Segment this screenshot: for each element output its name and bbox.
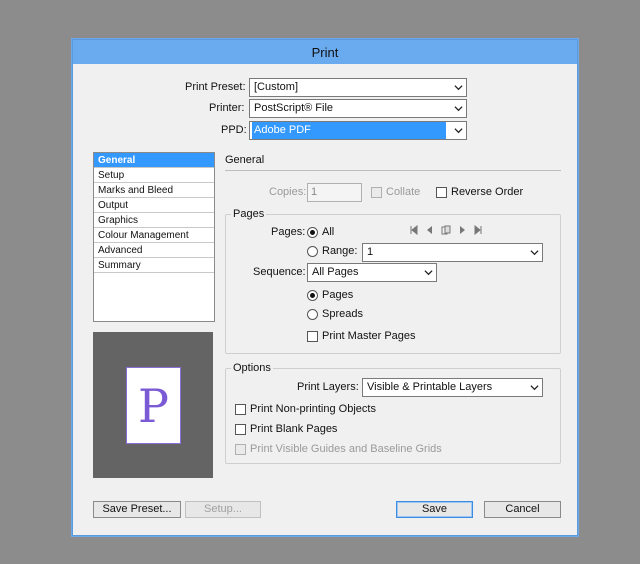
last-page-icon[interactable]	[473, 225, 483, 235]
sequence-label: Sequence:	[253, 266, 306, 278]
print-non-printing-checkbox[interactable]	[235, 404, 246, 415]
category-item-graphics[interactable]: Graphics	[94, 213, 214, 228]
next-page-icon[interactable]	[457, 225, 467, 235]
category-item-advanced[interactable]: Advanced	[94, 243, 214, 258]
preview-letter: P	[138, 378, 169, 433]
collate-checkbox[interactable]	[371, 187, 382, 198]
print-preset-dropdown[interactable]: [Custom]	[249, 78, 467, 97]
save-preset-button[interactable]: Save Preset...	[93, 501, 181, 518]
print-dialog: Print Print Preset: [Custom] Printer: Po…	[72, 39, 578, 536]
chevron-down-icon	[454, 106, 463, 112]
pages-label: Pages:	[271, 226, 306, 238]
pages-group-title: Pages	[231, 208, 267, 220]
pages-range-label: Range:	[322, 245, 358, 257]
pages-range-radio[interactable]	[307, 246, 318, 257]
print-blank-pages-label: Print Blank Pages	[250, 423, 338, 435]
dialog-title: Print	[311, 44, 339, 60]
cancel-button[interactable]: Cancel	[484, 501, 561, 518]
chevron-down-icon	[530, 250, 539, 256]
spreads-option-label: Spreads	[322, 308, 363, 320]
category-list: General Setup Marks and Bleed Output Gra…	[93, 152, 215, 322]
print-visible-guides-checkbox[interactable]	[235, 444, 246, 455]
chevron-down-icon	[454, 85, 463, 91]
category-item-output[interactable]: Output	[94, 198, 214, 213]
reverse-order-checkbox[interactable]	[436, 187, 447, 198]
collate-label: Collate	[386, 186, 421, 198]
category-item-colour-management[interactable]: Colour Management	[94, 228, 214, 243]
print-layers-label: Print Layers:	[297, 381, 359, 393]
category-item-marks-and-bleed[interactable]: Marks and Bleed	[94, 183, 214, 198]
printer-label: Printer:	[209, 102, 245, 114]
save-button[interactable]: Save	[396, 501, 473, 518]
print-master-pages-checkbox[interactable]	[307, 331, 318, 342]
ppd-label: PPD:	[221, 124, 247, 136]
pages-option-label: Pages	[322, 289, 354, 301]
category-item-summary[interactable]: Summary	[94, 258, 214, 273]
options-group-title: Options	[231, 362, 273, 374]
print-preset-label: Print Preset:	[185, 81, 246, 93]
pages-all-radio[interactable]	[307, 227, 318, 238]
printer-dropdown[interactable]: PostScript® File	[249, 99, 467, 118]
print-layers-dropdown[interactable]: Visible & Printable Layers	[362, 378, 543, 397]
section-heading: General	[225, 154, 265, 166]
heading-divider	[225, 170, 561, 171]
print-blank-pages-checkbox[interactable]	[235, 424, 246, 435]
category-item-general[interactable]: General	[94, 153, 214, 168]
print-master-pages-label: Print Master Pages	[322, 330, 416, 342]
reverse-order-label: Reverse Order	[451, 186, 524, 198]
print-preview: P	[93, 332, 213, 478]
copies-label: Copies:	[269, 186, 307, 198]
dialog-body: Print Preset: [Custom] Printer: PostScri…	[81, 64, 569, 529]
setup-button[interactable]: Setup...	[185, 501, 261, 518]
pages-all-label: All	[322, 226, 335, 238]
category-item-setup[interactable]: Setup	[94, 168, 214, 183]
copies-field[interactable]: 1	[307, 183, 362, 202]
page-spread-icon[interactable]	[441, 225, 451, 235]
page-thumbnail: P	[126, 367, 181, 444]
pages-option-radio[interactable]	[307, 290, 318, 301]
chevron-down-icon	[530, 385, 539, 391]
ppd-dropdown[interactable]: Adobe PDF	[249, 121, 467, 140]
chevron-down-icon	[424, 270, 433, 276]
range-dropdown[interactable]: 1	[362, 243, 543, 262]
print-non-printing-label: Print Non-printing Objects	[250, 403, 376, 415]
print-visible-guides-label: Print Visible Guides and Baseline Grids	[250, 443, 442, 455]
page-nav-controls	[409, 225, 483, 235]
spreads-option-radio[interactable]	[307, 309, 318, 320]
first-page-icon[interactable]	[409, 225, 419, 235]
dialog-title-bar[interactable]: Print	[73, 40, 577, 64]
chevron-down-icon	[454, 128, 463, 134]
sequence-dropdown[interactable]: All Pages	[307, 263, 437, 282]
previous-page-icon[interactable]	[425, 225, 435, 235]
